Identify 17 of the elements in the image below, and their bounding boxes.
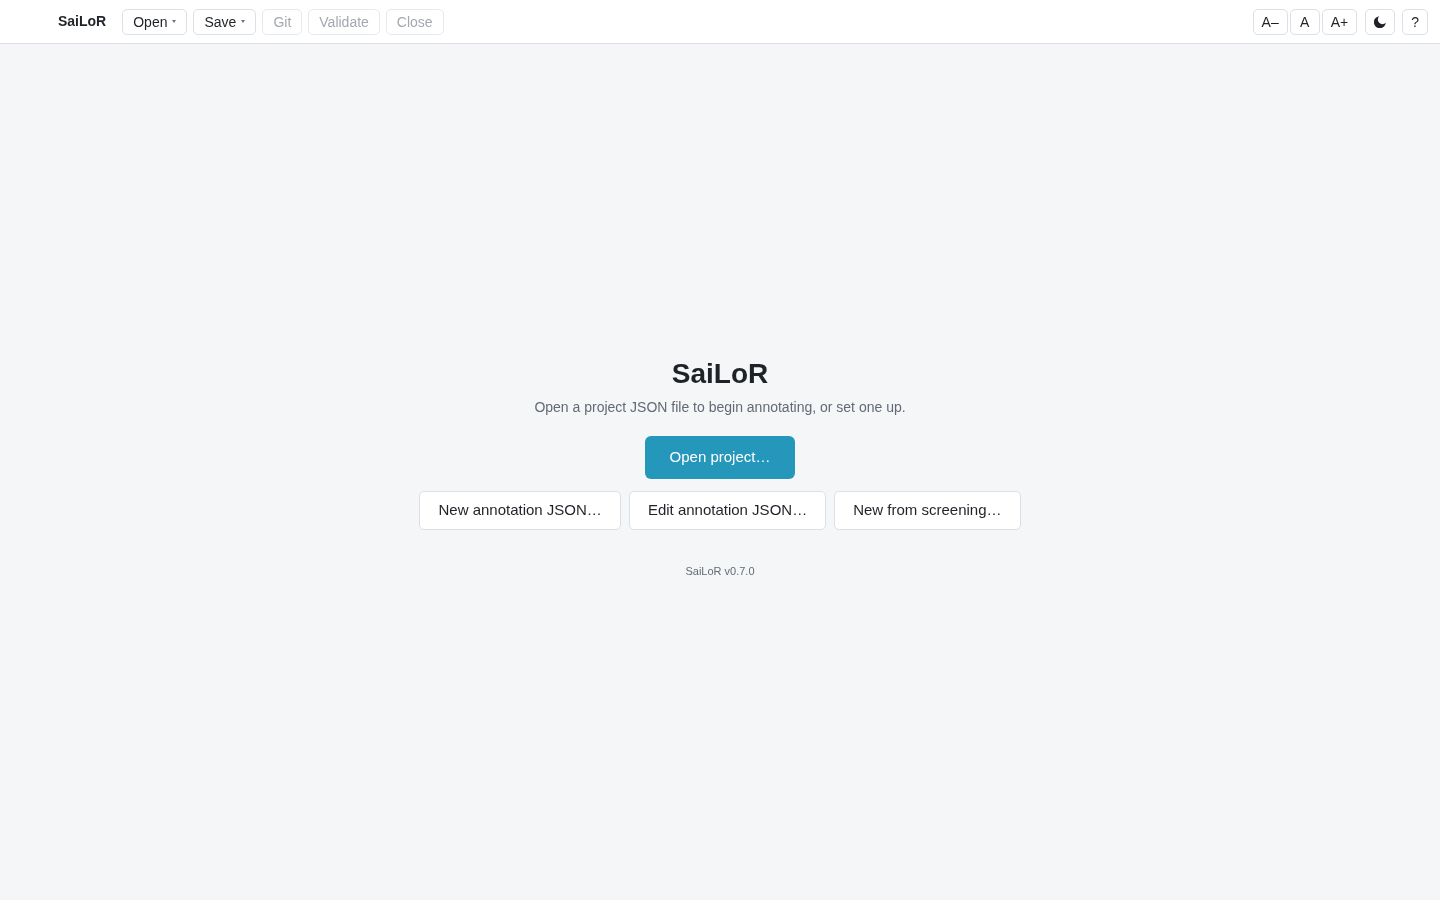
- welcome-title: SaiLoR: [671, 356, 769, 391]
- font-size-button[interactable]: A–: [1252, 8, 1288, 35]
- welcome-subtitle: Open a project JSON file to begin annotating, or set one up.: [534, 397, 906, 417]
- secondary-button[interactable]: New from screening…: [834, 490, 1021, 530]
- dropdown-button[interactable]: Open: [122, 8, 188, 35]
- caret-icon: [241, 20, 246, 23]
- secondary-button[interactable]: New annotation JSON…: [419, 490, 621, 530]
- font-size-button[interactable]: A: [1289, 8, 1320, 35]
- secondary-button[interactable]: Edit annotation JSON…: [628, 490, 827, 530]
- app-brand: SaiLoR: [58, 12, 107, 31]
- moon-icon: [1374, 15, 1387, 28]
- theme-toggle-button[interactable]: [1365, 8, 1396, 35]
- font-size-button[interactable]: A+: [1321, 8, 1358, 35]
- dropdown-button[interactable]: Save: [193, 8, 257, 35]
- version-text: SaiLoR v0.7.0: [685, 563, 755, 579]
- caret-icon: [172, 20, 177, 23]
- help-button[interactable]: ?: [1402, 8, 1428, 35]
